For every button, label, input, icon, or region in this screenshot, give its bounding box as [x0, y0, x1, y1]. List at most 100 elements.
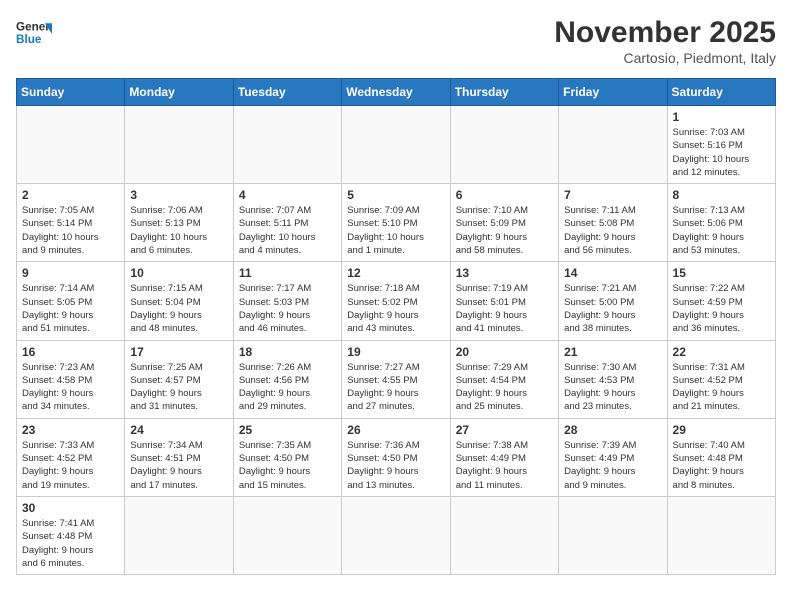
calendar-week-row: 23Sunrise: 7:33 AM Sunset: 4:52 PM Dayli…: [17, 418, 776, 496]
logo: General Blue: [16, 16, 52, 52]
day-number: 17: [130, 345, 227, 359]
day-info: Sunrise: 7:30 AM Sunset: 4:53 PM Dayligh…: [564, 361, 661, 414]
day-number: 13: [456, 266, 553, 280]
day-info: Sunrise: 7:40 AM Sunset: 4:48 PM Dayligh…: [673, 439, 770, 492]
calendar-cell: 16 Sunrise: 7:23 AM Sunset: 4:58 PM Dayli…: [17, 340, 125, 418]
day-number: 16: [22, 345, 119, 359]
day-info: Sunrise: 7:19 AM Sunset: 5:01 PM Dayligh…: [456, 282, 553, 335]
day-info: Sunrise: 7:03 AM Sunset: 5:16 PM Dayligh…: [673, 126, 770, 179]
day-number: 4: [239, 188, 336, 202]
day-number: 2: [22, 188, 119, 202]
calendar-cell: 24 Sunrise: 7:34 AM Sunset: 4:51 PM Dayli…: [125, 418, 233, 496]
calendar-cell: 11 Sunrise: 7:17 AM Sunset: 5:03 PM Dayli…: [233, 262, 341, 340]
day-of-week-header: Saturday: [667, 79, 775, 106]
calendar-cell: 15 Sunrise: 7:22 AM Sunset: 4:59 PM Dayli…: [667, 262, 775, 340]
day-of-week-header: Friday: [559, 79, 667, 106]
day-number: 14: [564, 266, 661, 280]
calendar-cell: 23Sunrise: 7:33 AM Sunset: 4:52 PM Dayli…: [17, 418, 125, 496]
calendar-cell: [125, 496, 233, 574]
day-number: 7: [564, 188, 661, 202]
day-info: Sunrise: 7:25 AM Sunset: 4:57 PM Dayligh…: [130, 361, 227, 414]
calendar-week-row: 30Sunrise: 7:41 AM Sunset: 4:48 PM Dayli…: [17, 496, 776, 574]
calendar-cell: 6Sunrise: 7:10 AM Sunset: 5:09 PM Daylig…: [450, 184, 558, 262]
calendar-cell: [17, 106, 125, 184]
calendar-cell: 29 Sunrise: 7:40 AM Sunset: 4:48 PM Dayli…: [667, 418, 775, 496]
calendar-header-row: SundayMondayTuesdayWednesdayThursdayFrid…: [17, 79, 776, 106]
calendar-cell: 10Sunrise: 7:15 AM Sunset: 5:04 PM Dayli…: [125, 262, 233, 340]
day-number: 21: [564, 345, 661, 359]
day-number: 26: [347, 423, 444, 437]
day-number: 22: [673, 345, 770, 359]
day-info: Sunrise: 7:21 AM Sunset: 5:00 PM Dayligh…: [564, 282, 661, 335]
day-of-week-header: Thursday: [450, 79, 558, 106]
calendar-week-row: 9Sunrise: 7:14 AM Sunset: 5:05 PM Daylig…: [17, 262, 776, 340]
calendar-table: SundayMondayTuesdayWednesdayThursdayFrid…: [16, 78, 776, 575]
logo-icon: General Blue: [16, 16, 52, 52]
calendar-cell: 26 Sunrise: 7:36 AM Sunset: 4:50 PM Dayli…: [342, 418, 450, 496]
calendar-cell: 7 Sunrise: 7:11 AM Sunset: 5:08 PM Daylig…: [559, 184, 667, 262]
day-info: Sunrise: 7:18 AM Sunset: 5:02 PM Dayligh…: [347, 282, 444, 335]
calendar-cell: 12 Sunrise: 7:18 AM Sunset: 5:02 PM Dayli…: [342, 262, 450, 340]
day-number: 24: [130, 423, 227, 437]
calendar-week-row: 2 Sunrise: 7:05 AM Sunset: 5:14 PM Daylig…: [17, 184, 776, 262]
day-number: 27: [456, 423, 553, 437]
day-of-week-header: Wednesday: [342, 79, 450, 106]
calendar-cell: [667, 496, 775, 574]
calendar-cell: 28Sunrise: 7:39 AM Sunset: 4:49 PM Dayli…: [559, 418, 667, 496]
day-info: Sunrise: 7:17 AM Sunset: 5:03 PM Dayligh…: [239, 282, 336, 335]
calendar-cell: 4 Sunrise: 7:07 AM Sunset: 5:11 PM Daylig…: [233, 184, 341, 262]
day-number: 12: [347, 266, 444, 280]
day-info: Sunrise: 7:14 AM Sunset: 5:05 PM Dayligh…: [22, 282, 119, 335]
calendar-cell: 2 Sunrise: 7:05 AM Sunset: 5:14 PM Daylig…: [17, 184, 125, 262]
calendar-cell: 17 Sunrise: 7:25 AM Sunset: 4:57 PM Dayli…: [125, 340, 233, 418]
calendar-cell: 21 Sunrise: 7:30 AM Sunset: 4:53 PM Dayli…: [559, 340, 667, 418]
day-info: Sunrise: 7:36 AM Sunset: 4:50 PM Dayligh…: [347, 439, 444, 492]
day-info: Sunrise: 7:22 AM Sunset: 4:59 PM Dayligh…: [673, 282, 770, 335]
calendar-cell: [450, 496, 558, 574]
page-header: General Blue November 2025 Cartosio, Pie…: [16, 16, 776, 66]
calendar-cell: 30Sunrise: 7:41 AM Sunset: 4:48 PM Dayli…: [17, 496, 125, 574]
day-number: 28: [564, 423, 661, 437]
calendar-cell: [450, 106, 558, 184]
day-info: Sunrise: 7:34 AM Sunset: 4:51 PM Dayligh…: [130, 439, 227, 492]
day-info: Sunrise: 7:38 AM Sunset: 4:49 PM Dayligh…: [456, 439, 553, 492]
day-info: Sunrise: 7:35 AM Sunset: 4:50 PM Dayligh…: [239, 439, 336, 492]
calendar-cell: [233, 106, 341, 184]
day-number: 30: [22, 501, 119, 515]
title-block: November 2025 Cartosio, Piedmont, Italy: [554, 16, 776, 66]
day-of-week-header: Sunday: [17, 79, 125, 106]
calendar-week-row: 16 Sunrise: 7:23 AM Sunset: 4:58 PM Dayli…: [17, 340, 776, 418]
calendar-cell: 18Sunrise: 7:26 AM Sunset: 4:56 PM Dayli…: [233, 340, 341, 418]
day-number: 29: [673, 423, 770, 437]
day-number: 25: [239, 423, 336, 437]
day-number: 11: [239, 266, 336, 280]
svg-text:Blue: Blue: [16, 33, 42, 46]
day-number: 20: [456, 345, 553, 359]
day-info: Sunrise: 7:26 AM Sunset: 4:56 PM Dayligh…: [239, 361, 336, 414]
day-number: 19: [347, 345, 444, 359]
calendar-cell: 8Sunrise: 7:13 AM Sunset: 5:06 PM Daylig…: [667, 184, 775, 262]
day-info: Sunrise: 7:11 AM Sunset: 5:08 PM Dayligh…: [564, 204, 661, 257]
day-info: Sunrise: 7:31 AM Sunset: 4:52 PM Dayligh…: [673, 361, 770, 414]
calendar-cell: 13 Sunrise: 7:19 AM Sunset: 5:01 PM Dayli…: [450, 262, 558, 340]
day-number: 23: [22, 423, 119, 437]
day-number: 15: [673, 266, 770, 280]
day-info: Sunrise: 7:10 AM Sunset: 5:09 PM Dayligh…: [456, 204, 553, 257]
calendar-week-row: 1Sunrise: 7:03 AM Sunset: 5:16 PM Daylig…: [17, 106, 776, 184]
day-info: Sunrise: 7:07 AM Sunset: 5:11 PM Dayligh…: [239, 204, 336, 257]
calendar-cell: 19Sunrise: 7:27 AM Sunset: 4:55 PM Dayli…: [342, 340, 450, 418]
day-info: Sunrise: 7:05 AM Sunset: 5:14 PM Dayligh…: [22, 204, 119, 257]
calendar-cell: 27 Sunrise: 7:38 AM Sunset: 4:49 PM Dayli…: [450, 418, 558, 496]
month-year-title: November 2025: [554, 16, 776, 50]
calendar-cell: 20Sunrise: 7:29 AM Sunset: 4:54 PM Dayli…: [450, 340, 558, 418]
calendar-cell: [125, 106, 233, 184]
day-info: Sunrise: 7:06 AM Sunset: 5:13 PM Dayligh…: [130, 204, 227, 257]
day-info: Sunrise: 7:23 AM Sunset: 4:58 PM Dayligh…: [22, 361, 119, 414]
day-number: 8: [673, 188, 770, 202]
day-info: Sunrise: 7:09 AM Sunset: 5:10 PM Dayligh…: [347, 204, 444, 257]
location-subtitle: Cartosio, Piedmont, Italy: [554, 50, 776, 66]
day-number: 5: [347, 188, 444, 202]
calendar-cell: [342, 496, 450, 574]
day-of-week-header: Tuesday: [233, 79, 341, 106]
calendar-cell: 3Sunrise: 7:06 AM Sunset: 5:13 PM Daylig…: [125, 184, 233, 262]
